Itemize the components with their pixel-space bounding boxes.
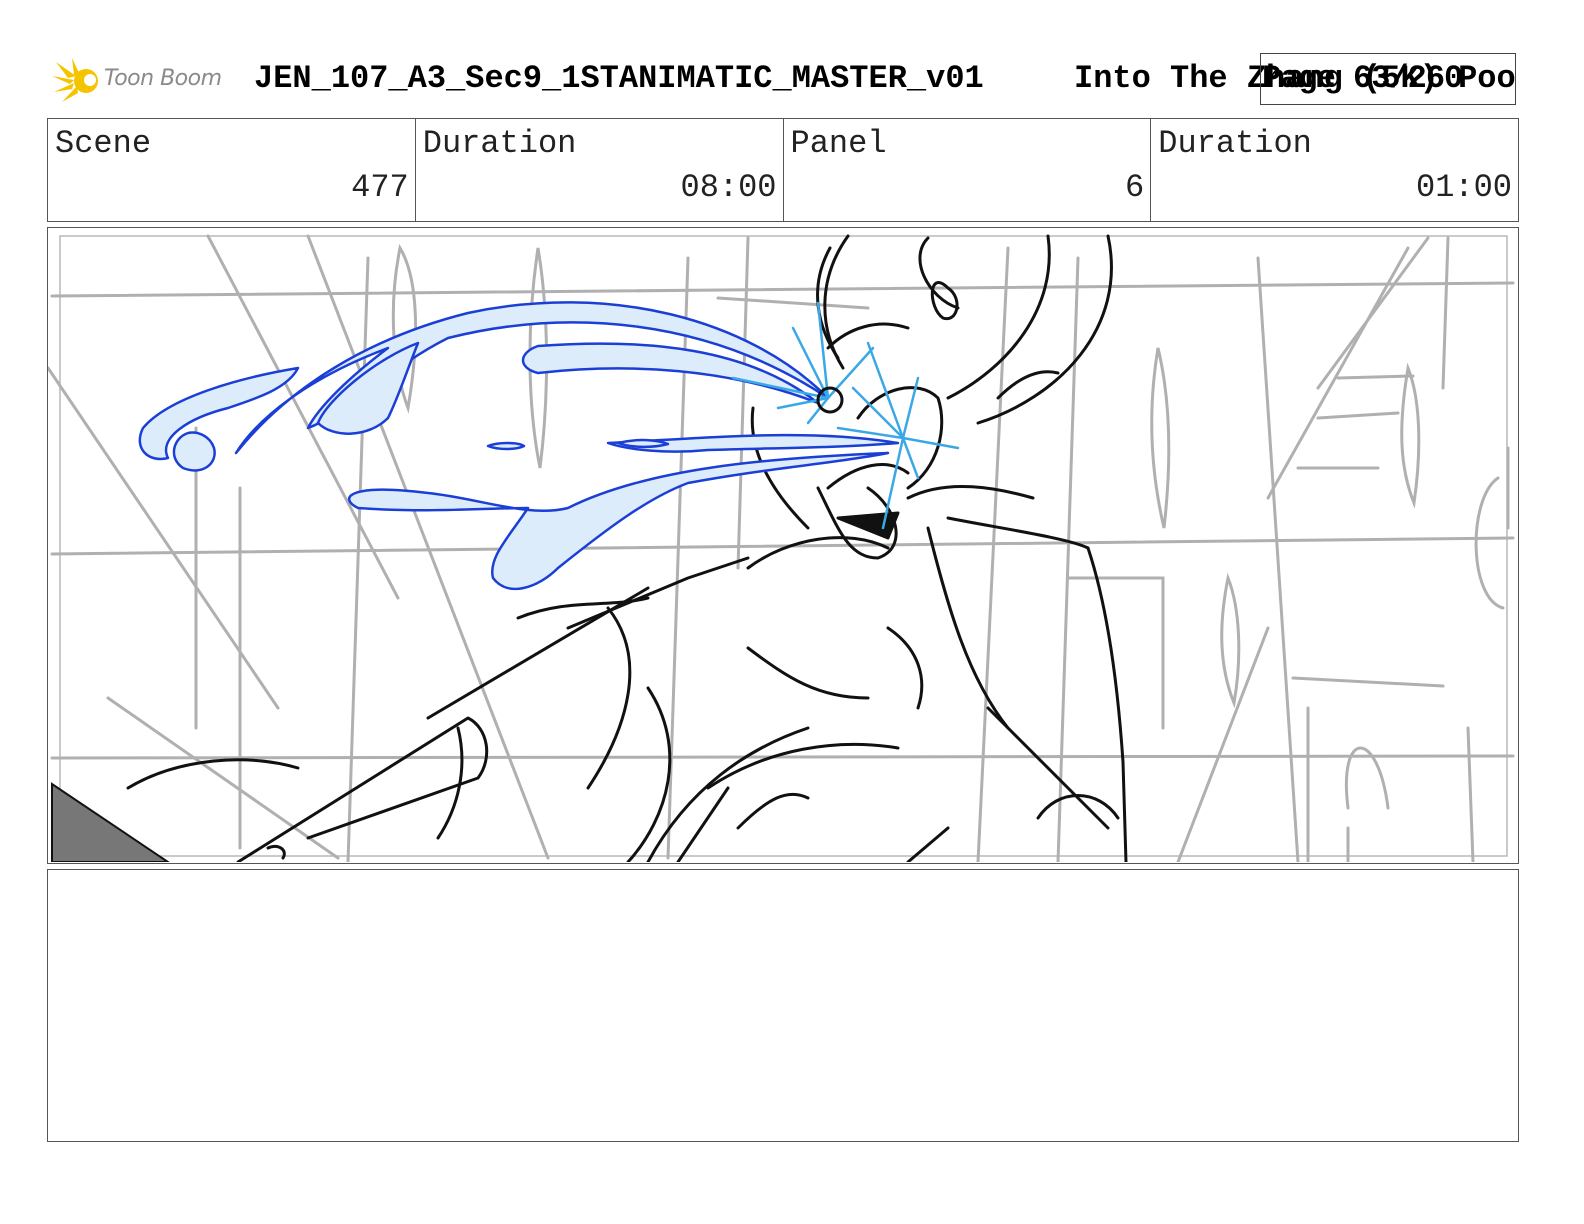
scene-info-table: Scene 477 Duration 08:00 Panel 6 Duratio… [47, 118, 1519, 222]
panel-value: 6 [1125, 169, 1145, 206]
panel-drawing [48, 234, 1515, 862]
scene-duration-value: 08:00 [680, 169, 777, 206]
panel-cell: Panel 6 [784, 119, 1152, 221]
spark-lines [731, 301, 960, 530]
panel-duration-value: 01:00 [1415, 169, 1512, 206]
page-number: Page 63/260 [1262, 60, 1463, 97]
toon-boom-flare-icon [52, 58, 98, 102]
scene-value: 477 [351, 169, 409, 206]
page-header: Toon Boom JEN_107_A3_Sec9_1STANIMATIC_MA… [50, 52, 1584, 108]
panel-duration-label: Duration [1158, 125, 1312, 162]
panel-duration-cell: Duration 01:00 [1151, 119, 1518, 221]
foreground-shadow-shape [51, 782, 170, 862]
scene-duration-label: Duration [422, 125, 577, 162]
scene-cell: Scene 477 [48, 119, 416, 221]
scene-label: Scene [55, 125, 152, 162]
panel-label: Panel [790, 125, 887, 162]
scene-duration-cell: Duration 08:00 [416, 119, 784, 221]
document-title: JEN_107_A3_Sec9_1STANIMATIC_MASTER_v01 [254, 60, 984, 97]
toon-boom-logo: Toon Boom [50, 56, 240, 106]
panel-notes-area[interactable] [47, 869, 1519, 1142]
storyboard-panel [47, 227, 1519, 864]
logo-wordmark: Toon Boom [104, 66, 222, 91]
